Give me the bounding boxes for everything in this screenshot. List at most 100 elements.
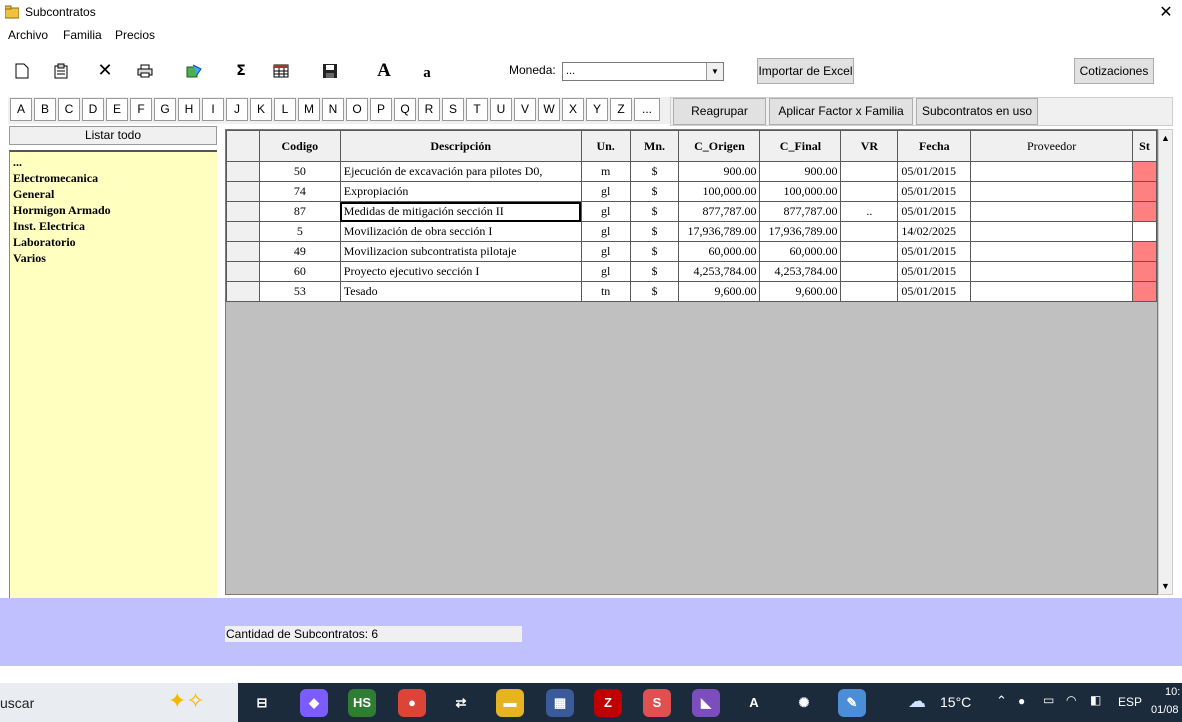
wifi-icon[interactable]: ◠ [1066,693,1076,707]
cell-vr[interactable] [840,281,899,302]
cell-mn[interactable]: $ [629,181,680,202]
cell-origen[interactable]: 877,787.00 [678,201,761,222]
importar-excel-button[interactable]: Importar de Excel [757,58,854,84]
letter-filter-q[interactable]: Q [394,98,416,121]
volume-icon[interactable]: ◧ [1090,693,1101,707]
cell-prov[interactable] [970,161,1133,182]
cell-codigo[interactable]: 5 [258,221,341,242]
listar-todo-button[interactable]: Listar todo [9,126,217,145]
copilot-sparkle-icon[interactable]: ✦✧ [168,688,205,714]
letter-filter-c[interactable]: C [58,98,80,121]
font-small-icon[interactable]: a [415,62,439,84]
letter-filter-s[interactable]: S [442,98,464,121]
chevron-down-icon[interactable]: ▼ [706,63,723,80]
scroll-up-icon[interactable]: ▲ [1159,130,1172,146]
letter-filter-l[interactable]: L [274,98,296,121]
family-item[interactable]: Hormigon Armado [10,202,217,218]
cell-codigo[interactable]: 49 [258,241,341,262]
table-row[interactable]: 5 Movilización de obra sección Igl $17,936… [226,221,1158,242]
reagrupar-button[interactable]: Reagrupar [673,98,766,125]
cell-fecha[interactable]: 05/01/2015 [897,161,972,182]
menu-familia[interactable]: Familia [63,28,102,42]
network-app-icon[interactable]: ⇄ [447,689,475,717]
paint-icon[interactable]: ✎ [838,689,866,717]
table-row[interactable]: 49 Movilizacion subcontratista pilotaje gl… [226,241,1158,262]
cell-un[interactable]: gl [580,201,631,222]
visual-studio-icon[interactable]: ◣ [692,689,720,717]
letter-filter-d[interactable]: D [82,98,104,121]
hs-app-icon[interactable]: HS [348,689,376,717]
column-header-codigo[interactable]: Codigo [258,130,341,162]
table-row[interactable]: 53 Tesado tn $9,600.00 9,600.00 05/01/2015 [226,281,1158,302]
menu-archivo[interactable]: Archivo [8,28,48,42]
row-selector[interactable] [226,221,260,242]
letter-filter-h[interactable]: H [178,98,200,121]
cell-un[interactable]: gl [580,181,631,202]
filezilla-icon[interactable]: Z [594,689,622,717]
table-icon[interactable] [269,60,293,82]
cell-final[interactable]: 17,936,789.00 [759,221,842,242]
letter-filter-j[interactable]: J [226,98,248,121]
import-icon[interactable] [182,60,206,82]
row-selector[interactable] [226,241,260,262]
column-header-c-final[interactable]: C_Final [759,130,842,162]
cell-codigo[interactable]: 50 [258,161,341,182]
letter-filter-y[interactable]: Y [586,98,608,121]
cell-desc[interactable]: Proyecto ejecutivo sección I [339,261,582,282]
subcontratos-en-uso-button[interactable]: Subcontratos en uso [916,98,1038,125]
cell-origen[interactable]: 900.00 [678,161,761,182]
cell-desc[interactable]: Movilización de obra sección I [339,221,582,242]
clock-date[interactable]: 01/08 [1151,704,1179,716]
family-item[interactable]: Varios [10,250,217,266]
cell-prov[interactable] [970,221,1133,242]
cell-vr[interactable] [840,181,899,202]
letter-filter-r[interactable]: R [418,98,440,121]
cell-origen[interactable]: 60,000.00 [678,241,761,262]
cell-fecha[interactable]: 05/01/2015 [897,281,972,302]
cell-desc[interactable]: Tesado [339,281,582,302]
row-selector[interactable] [226,181,260,202]
cell-final[interactable]: 60,000.00 [759,241,842,262]
family-item[interactable]: Inst. Electrica [10,218,217,234]
print-icon[interactable] [133,60,157,82]
new-document-icon[interactable] [10,60,34,82]
cell-prov[interactable] [970,281,1133,302]
cell-codigo[interactable]: 53 [258,281,341,302]
chevron-up-icon[interactable]: ⌃ [996,693,1007,709]
letter-filter-i[interactable]: I [202,98,224,121]
language-indicator[interactable]: ESP [1118,695,1142,709]
column-header-mn[interactable]: Mn. [629,130,680,162]
file-explorer-icon[interactable]: ▬ [496,689,524,717]
chatgpt-icon[interactable]: ✺ [790,689,818,717]
cell-vr[interactable] [840,221,899,242]
letter-filter-e[interactable]: E [106,98,128,121]
letter-filter-x[interactable]: X [562,98,584,121]
clock-time[interactable]: 10: [1165,686,1180,698]
cell-origen[interactable]: 4,253,784.00 [678,261,761,282]
letter-filter-p[interactable]: P [370,98,392,121]
column-header-fecha[interactable]: Fecha [897,130,972,162]
letter-filter-b[interactable]: B [34,98,56,121]
cell-desc[interactable]: Expropiación [339,181,582,202]
battery-icon[interactable]: ▭ [1043,693,1054,707]
column-header-vr[interactable]: VR [840,130,899,162]
cell-mn[interactable]: $ [629,261,680,282]
column-header-un[interactable]: Un. [580,130,631,162]
cell-prov[interactable] [970,181,1133,202]
cell-final[interactable]: 4,253,784.00 [759,261,842,282]
cell-desc[interactable]: Medidas de mitigación sección II [339,201,582,222]
table-row[interactable]: 50 Ejecución de excavación para pilotes D… [226,161,1158,182]
moneda-select[interactable]: ... ▼ [562,62,724,81]
cell-final[interactable]: 100,000.00 [759,181,842,202]
cell-fecha[interactable]: 05/01/2015 [897,241,972,262]
letter-filter-t[interactable]: T [466,98,488,121]
cell-fecha[interactable]: 05/01/2015 [897,201,972,222]
delete-icon[interactable]: ✕ [93,60,117,82]
letter-filter-n[interactable]: N [322,98,344,121]
row-selector[interactable] [226,281,260,302]
weather-temp[interactable]: 15°C [940,694,971,710]
cell-origen[interactable]: 9,600.00 [678,281,761,302]
table-row[interactable]: 60 Proyecto ejecutivo sección Igl $4,253,7… [226,261,1158,282]
letter-filter-a[interactable]: A [10,98,32,121]
cell-origen[interactable]: 17,936,789.00 [678,221,761,242]
